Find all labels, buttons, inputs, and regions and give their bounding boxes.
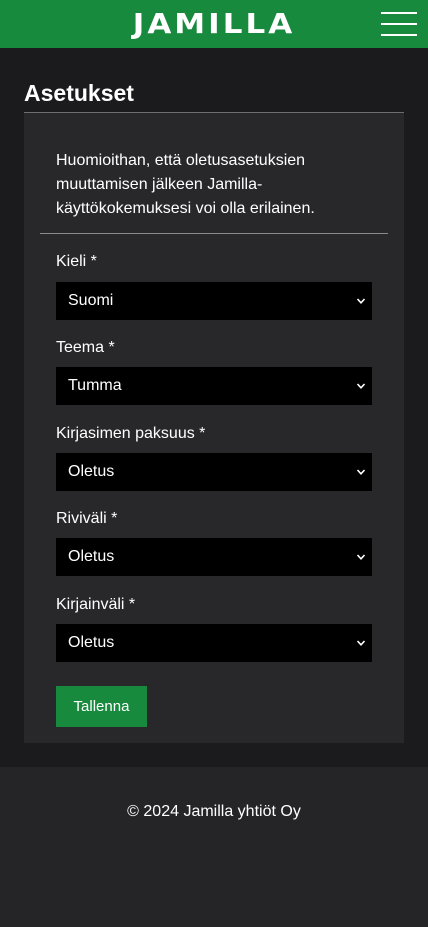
chevron-down-icon (356, 383, 366, 389)
letter-spacing-select-value: Oletus (68, 634, 115, 651)
font-weight-label: Kirjasimen paksuus * (56, 425, 206, 442)
chevron-down-icon (356, 640, 366, 646)
notice-divider (40, 233, 388, 234)
language-select-value: Suomi (68, 292, 114, 309)
menu-line (381, 34, 417, 36)
footer: © 2024 Jamilla yhtiöt Oy (0, 767, 428, 927)
top-bar: JAMILLA (0, 0, 428, 48)
line-height-select-value: Oletus (68, 548, 115, 565)
language-select[interactable]: Suomi (56, 282, 372, 320)
font-weight-select[interactable]: Oletus (56, 453, 372, 491)
settings-card: Huomioithan, että oletusasetuksien muutt… (24, 113, 404, 743)
chevron-down-icon (356, 298, 366, 304)
letter-spacing-select[interactable]: Oletus (56, 624, 372, 662)
line-height-label: Riviväli * (56, 510, 118, 527)
chevron-down-icon (356, 554, 366, 560)
theme-label: Teema * (56, 339, 115, 356)
page-title: Asetukset (24, 80, 134, 106)
save-button[interactable]: Tallenna (56, 686, 147, 727)
language-label: Kieli * (56, 253, 97, 270)
font-weight-select-value: Oletus (68, 463, 115, 480)
copyright-text: © 2024 Jamilla yhtiöt Oy (127, 803, 301, 820)
menu-line (381, 12, 417, 14)
jamilla-logo[interactable]: JAMILLA (0, 2, 428, 45)
settings-notice: Huomioithan, että oletusasetuksien muutt… (56, 152, 315, 217)
line-height-select[interactable]: Oletus (56, 538, 372, 576)
chevron-down-icon (356, 469, 366, 475)
theme-select[interactable]: Tumma (56, 367, 372, 405)
letter-spacing-label: Kirjainväli * (56, 596, 136, 613)
theme-select-value: Tumma (68, 377, 122, 394)
menu-line (381, 23, 417, 25)
hamburger-menu-icon[interactable] (381, 12, 417, 36)
